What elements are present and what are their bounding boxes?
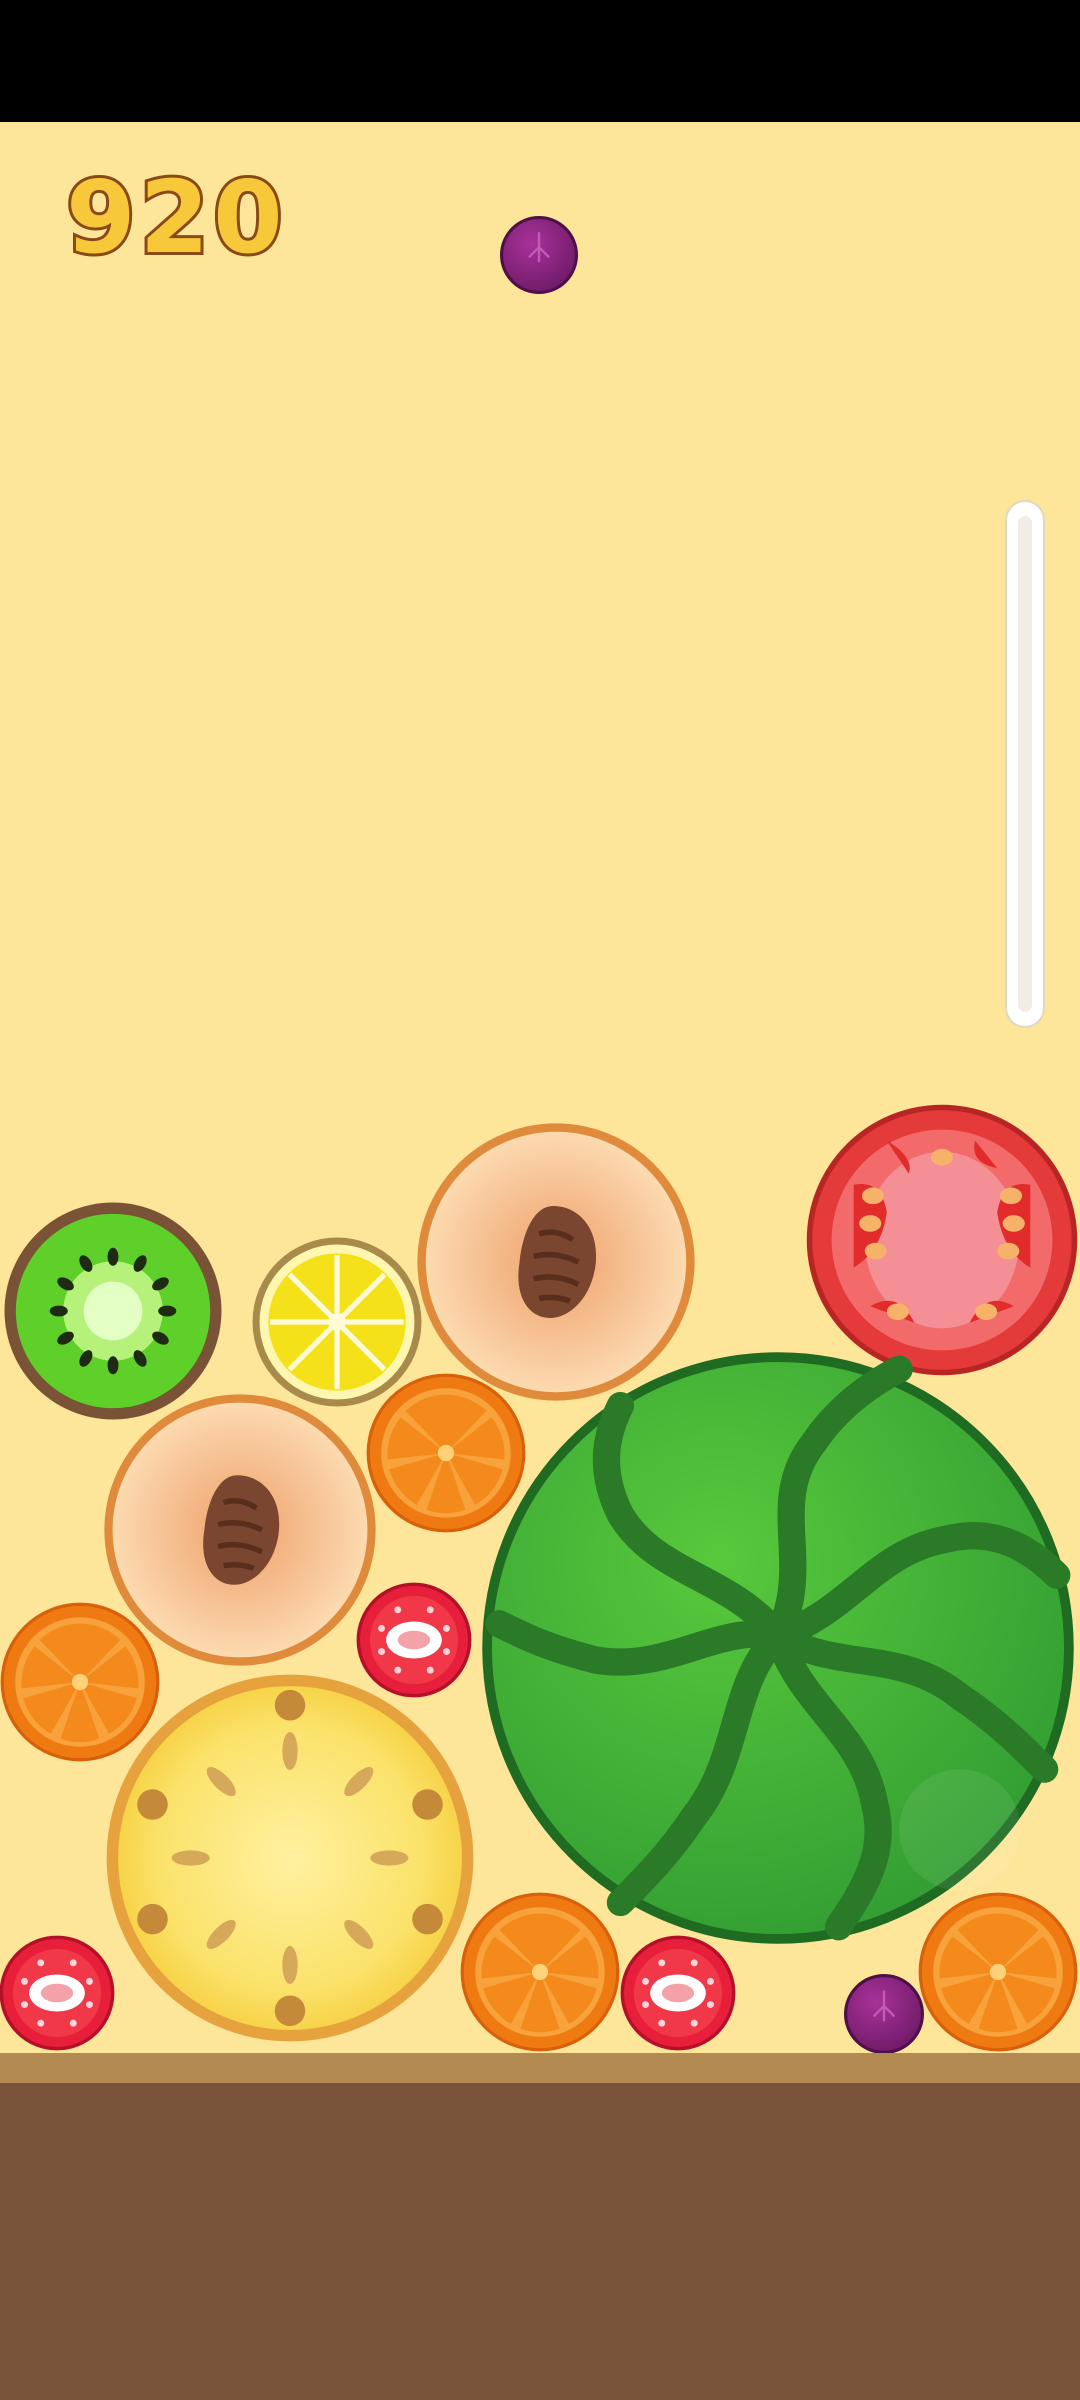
ground-rim <box>0 2053 1080 2083</box>
fruit-orange-icon <box>917 1891 1079 2053</box>
kiwi-art <box>4 1202 222 1420</box>
fruit-kiwi-icon <box>0 1198 226 1424</box>
fruit-watermelon-icon <box>475 1345 1080 1951</box>
fruit-grape-icon <box>844 1974 924 2054</box>
strawberry-art <box>0 1935 115 2051</box>
fruit-strawberry-icon <box>620 1935 736 2051</box>
watermelon-art <box>482 1352 1074 1944</box>
fruit-strawberry-icon <box>0 1935 115 2051</box>
fruit-orange-icon <box>459 1891 621 2053</box>
status-bar <box>0 0 1080 122</box>
playfield[interactable] <box>0 122 1080 2054</box>
ground <box>0 2083 1080 2400</box>
grape-art <box>844 1974 924 2054</box>
pineapple-art <box>106 1674 474 2042</box>
fruit-tomato-icon <box>804 1102 1080 1378</box>
tomato-art <box>806 1104 1078 1376</box>
strawberry-art <box>620 1935 736 2051</box>
orange-art <box>460 1892 620 2052</box>
orange-art <box>918 1892 1078 2052</box>
fruit-pineapple-icon <box>99 1667 481 2049</box>
